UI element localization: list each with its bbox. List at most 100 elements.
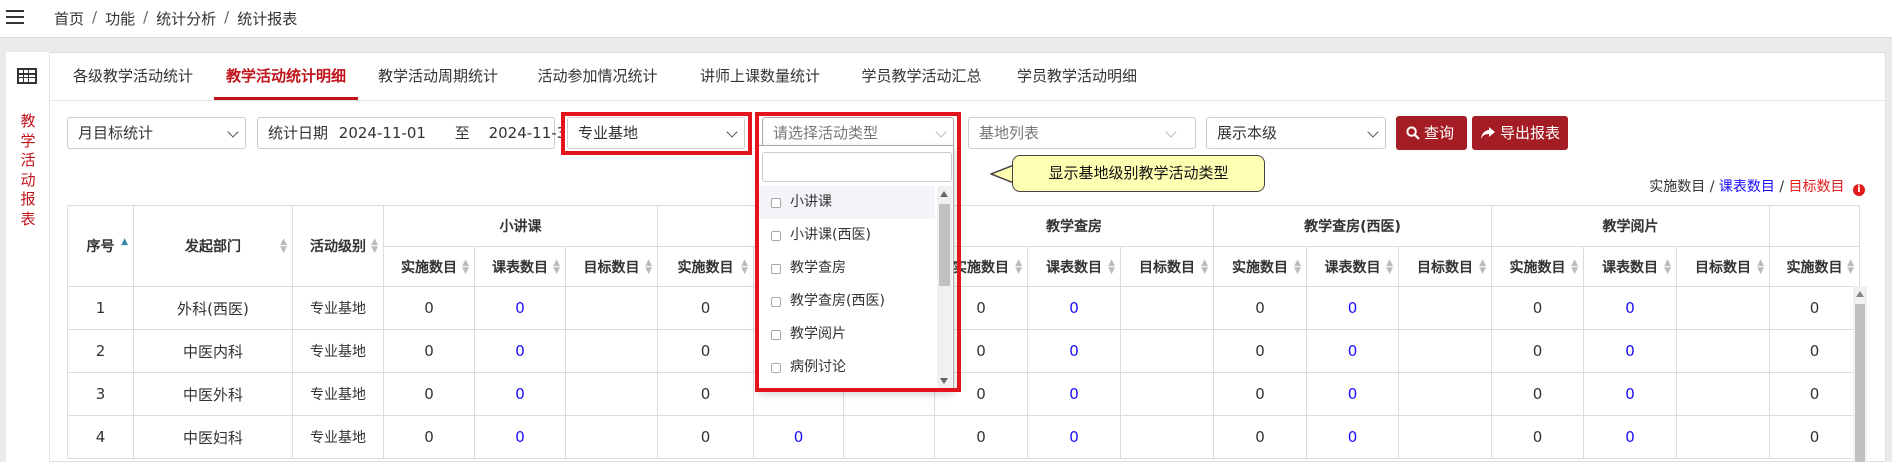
- scroll-up-icon[interactable]: [1856, 291, 1864, 297]
- base-list-placeholder: 基地列表: [979, 124, 1040, 142]
- legend-separator: /: [1705, 179, 1719, 195]
- cell-schedule[interactable]: 0: [1583, 415, 1677, 459]
- sub-col-header[interactable]: 课表数目▲▼: [474, 246, 566, 287]
- cell-target: [1398, 415, 1492, 459]
- sub-col-header[interactable]: 课表数目▲▼: [1027, 246, 1121, 287]
- vertical-label-char: 动: [20, 170, 36, 189]
- cell-schedule[interactable]: 0: [474, 286, 566, 330]
- scroll-thumb[interactable]: [1855, 304, 1865, 462]
- legend-target: 目标数目: [1788, 179, 1845, 195]
- cell-schedule[interactable]: 0: [474, 372, 566, 416]
- breadcrumb-item[interactable]: 功能: [105, 8, 135, 29]
- col-header-dept[interactable]: 发起部门 ▲ ▼: [133, 205, 293, 287]
- cell-schedule[interactable]: 0: [474, 415, 566, 459]
- cell-actual: 0: [1491, 372, 1584, 416]
- menu-toggle-icon[interactable]: [6, 10, 24, 25]
- table-scrollbar[interactable]: [1853, 286, 1867, 462]
- cell-target: [565, 329, 658, 373]
- date-range-input[interactable]: 统计日期 2024-11-01 至 2024-11-30: [257, 117, 576, 149]
- sub-col-header[interactable]: 目标数目▲▼: [565, 246, 658, 287]
- cell-schedule[interactable]: 0: [474, 329, 566, 373]
- query-button[interactable]: 查询: [1396, 116, 1467, 150]
- cell-schedule[interactable]: 0: [1583, 372, 1677, 416]
- cell-no: 2: [67, 329, 134, 373]
- cell-actual: 0: [1491, 415, 1584, 459]
- sub-col-header[interactable]: 目标数目▲▼: [1120, 246, 1214, 287]
- breadcrumb-item[interactable]: 统计分析: [156, 8, 216, 29]
- breadcrumb-item[interactable]: 首页: [54, 8, 84, 29]
- cell-actual: 0: [1213, 329, 1307, 373]
- sub-col-header[interactable]: 实施数目 ▲ ▼: [383, 246, 475, 287]
- stats-table: 序号 ▲ 发起部门 ▲ ▼ 活动级别 ▲ ▼ 小讲课 教学查房 教学查房(西医) 教学阅片…: [67, 205, 1860, 459]
- tab-lecturer-count[interactable]: 讲师上课数量统计: [677, 52, 843, 100]
- tab-participation[interactable]: 活动参加情况统计: [518, 52, 677, 100]
- base-list-select[interactable]: 基地列表: [968, 117, 1196, 149]
- sub-col-header[interactable]: 目标数目▲▼: [1676, 246, 1770, 287]
- tab-student-summary[interactable]: 学员教学活动汇总: [843, 52, 1000, 100]
- group-header: 教学阅片: [1491, 205, 1770, 247]
- sub-col-header[interactable]: 目标数目▲▼: [1398, 246, 1492, 287]
- cell-schedule[interactable]: 0: [753, 415, 844, 459]
- sub-col-header[interactable]: 实施数目 ▲ ▼: [1213, 246, 1307, 287]
- sub-col-header[interactable]: 实施数目 ▲ ▼: [1491, 246, 1584, 287]
- sort-icon: ▲▼: [1571, 257, 1578, 276]
- date-from[interactable]: 2024-11-01: [339, 124, 426, 142]
- cell-schedule[interactable]: 0: [1027, 286, 1121, 330]
- sort-icon: ▲▼: [741, 257, 748, 276]
- group-header: 小讲课: [383, 205, 658, 247]
- table-row[interactable]: 3 中医外科 专业基地 0 0 0 0 0 0 0 0 0 0: [67, 372, 1860, 416]
- cell-schedule[interactable]: 0: [1306, 415, 1399, 459]
- cell-actual: 0: [1213, 415, 1307, 459]
- chevron-down-icon: [1165, 126, 1177, 138]
- sub-col-header[interactable]: 课表数目▲▼: [1583, 246, 1677, 287]
- table-icon[interactable]: [17, 68, 37, 84]
- cell-schedule[interactable]: 0: [1027, 415, 1121, 459]
- report-vertical-label: 教 学 活 动 报 表: [18, 112, 38, 230]
- tab-student-detail[interactable]: 学员教学活动明细: [1000, 52, 1154, 100]
- tab-activity-detail[interactable]: 教学活动统计明细: [214, 52, 358, 100]
- cell-schedule[interactable]: 0: [1027, 372, 1121, 416]
- sub-col-header[interactable]: 实施数目 ▲ ▼: [657, 246, 754, 287]
- sort-asc-icon: ▲: [121, 237, 128, 247]
- cell-level: 专业基地: [292, 329, 384, 373]
- cell-target: [1676, 415, 1770, 459]
- cell-level: 专业基地: [292, 415, 384, 459]
- cell-schedule[interactable]: 0: [1306, 372, 1399, 416]
- table-row[interactable]: 2 中医内科 专业基地 0 0 0 0 0 0 0 0 0 0: [67, 329, 1860, 373]
- tab-level-activity-stats[interactable]: 各级教学活动统计: [52, 52, 214, 100]
- cell-schedule[interactable]: 0: [1306, 329, 1399, 373]
- table-row[interactable]: 4 中医妇科 专业基地 0 0 0 0 0 0 0 0 0 0 0: [67, 415, 1860, 459]
- legend-separator: /: [1774, 179, 1789, 195]
- cell-target: [1120, 286, 1214, 330]
- chevron-down-icon: [227, 126, 239, 138]
- stat-type-select[interactable]: 月目标统计: [67, 117, 246, 149]
- col-header-no[interactable]: 序号 ▲: [67, 205, 134, 287]
- col-header-level[interactable]: 活动级别 ▲ ▼: [292, 205, 384, 287]
- table-row[interactable]: 1 外科(西医) 专业基地 0 0 0 0 0 0 0 0 0 0: [67, 286, 1860, 330]
- cell-no: 1: [67, 286, 134, 330]
- cell-schedule[interactable]: 0: [1583, 286, 1677, 330]
- cell-actual: 0: [1213, 286, 1307, 330]
- search-icon: [1406, 126, 1420, 140]
- info-icon[interactable]: i: [1853, 184, 1865, 196]
- export-button[interactable]: 导出报表: [1472, 116, 1568, 150]
- group-header: [1769, 205, 1860, 247]
- display-level-select[interactable]: 展示本级: [1206, 117, 1386, 149]
- cell-schedule[interactable]: 0: [1027, 329, 1121, 373]
- chevron-down-icon: [1367, 126, 1379, 138]
- sort-icon: ▲▼: [371, 237, 378, 255]
- sub-col-header[interactable]: 实施数目 ▲ ▼: [1769, 246, 1860, 287]
- query-label: 查询: [1424, 124, 1455, 142]
- sub-col-header[interactable]: 课表数目▲▼: [1306, 246, 1399, 287]
- display-level-value: 展示本级: [1217, 124, 1278, 142]
- breadcrumb: 首页 / 功能 / 统计分析 / 统计报表: [54, 8, 298, 29]
- cell-schedule[interactable]: 0: [1583, 329, 1677, 373]
- cell-target: [1120, 372, 1214, 416]
- sort-icon: ▲▼: [1294, 257, 1301, 276]
- cell-schedule[interactable]: 0: [1306, 286, 1399, 330]
- cell-actual: 0: [1491, 286, 1584, 330]
- tooltip-pointer: [990, 164, 1014, 184]
- cell-actual: 0: [657, 329, 754, 373]
- tab-activity-period[interactable]: 教学活动周期统计: [358, 52, 518, 100]
- cell-actual: 0: [383, 286, 475, 330]
